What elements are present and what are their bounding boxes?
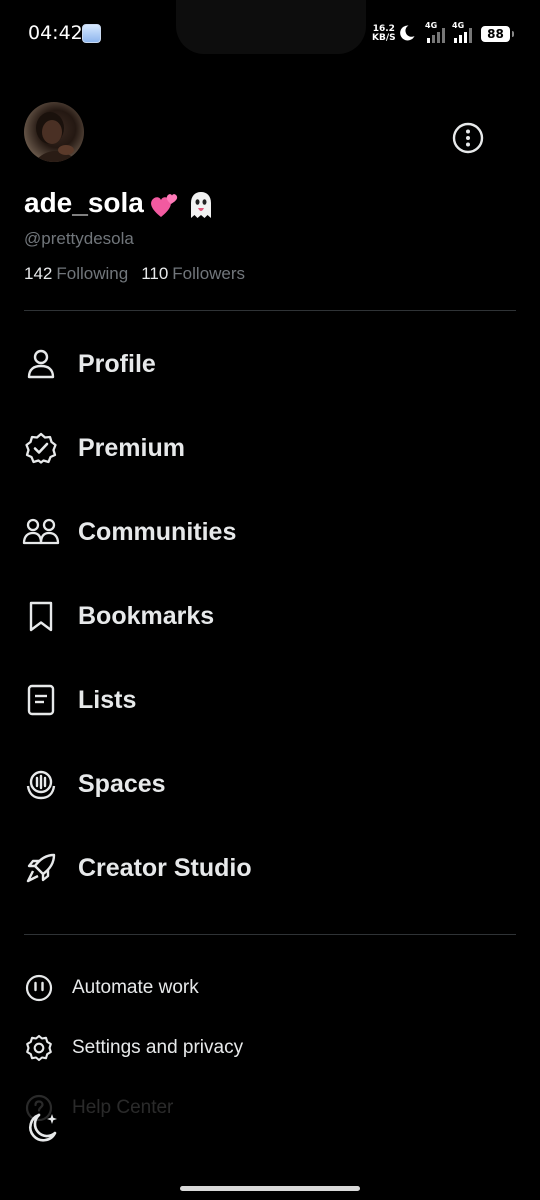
display-name-text: ade_sola: [24, 187, 144, 218]
menu-label-automate-work: Automate work: [72, 977, 199, 998]
menu-item-communities[interactable]: Communities: [0, 502, 540, 562]
status-bar: 04:42 16.2 KB/S 4G 4G 88: [0, 0, 540, 66]
automate-icon: [25, 974, 53, 1002]
following-count: 142: [24, 264, 53, 283]
menu-item-settings-privacy[interactable]: Settings and privacy: [0, 1026, 540, 1070]
follow-stats: 142 Following 110 Followers: [24, 264, 245, 284]
followers-count: 110: [141, 264, 169, 283]
menu-item-creator-studio[interactable]: Creator Studio: [0, 838, 540, 898]
list-icon: [27, 684, 55, 716]
menu-label-lists: Lists: [78, 685, 137, 714]
divider: [24, 934, 516, 935]
following-label: Following: [56, 264, 129, 283]
signal-2-icon: 4G: [452, 21, 474, 44]
user-handle: @prettydesola: [24, 229, 134, 248]
menu-item-lists[interactable]: Lists: [0, 670, 540, 730]
menu-label-spaces: Spaces: [78, 769, 166, 798]
menu-item-profile[interactable]: Profile: [0, 334, 540, 394]
menu-item-bookmarks[interactable]: Bookmarks: [0, 586, 540, 646]
avatar[interactable]: [24, 102, 84, 162]
rocket-icon: [26, 853, 56, 883]
do-not-disturb-moon-icon: [400, 25, 415, 41]
divider: [24, 310, 516, 311]
camera-notch: [176, 0, 366, 54]
more-options-button[interactable]: [450, 120, 486, 156]
avatar-photo: [34, 112, 79, 162]
battery-indicator: 88: [481, 26, 514, 42]
followers-label: Followers: [172, 264, 246, 283]
menu-label-creator-studio: Creator Studio: [78, 853, 252, 882]
network-speed-unit: KB/S: [372, 33, 396, 43]
menu-label-help-center: Help Center: [72, 1097, 174, 1118]
menu-label-premium: Premium: [78, 433, 185, 462]
menu-item-spaces[interactable]: Spaces: [0, 754, 540, 814]
gear-icon: [26, 1034, 52, 1062]
spaces-icon: [26, 770, 56, 800]
display-mode-moon-icon[interactable]: [22, 1108, 62, 1148]
verified-badge-icon: [25, 432, 57, 464]
menu-label-bookmarks: Bookmarks: [78, 601, 215, 630]
signal-2-label: 4G: [452, 21, 465, 30]
home-indicator[interactable]: [180, 1186, 360, 1191]
menu-item-help-center[interactable]: Help Center: [0, 1086, 540, 1130]
ghost-icon: [190, 191, 211, 218]
person-icon: [27, 349, 55, 379]
display-name[interactable]: ade_sola: [24, 187, 218, 221]
notification-app-icon: [82, 24, 101, 43]
menu-item-automate-work[interactable]: Automate work: [0, 966, 540, 1010]
menu-label-communities: Communities: [78, 517, 237, 546]
menu-item-premium[interactable]: Premium: [0, 418, 540, 478]
bookmark-icon: [29, 601, 53, 632]
followers-link[interactable]: 110 Followers: [141, 264, 245, 283]
network-speed: 16.2 KB/S: [372, 25, 396, 43]
signal-1-icon: 4G: [425, 21, 447, 44]
two-hearts-icon: [150, 193, 178, 217]
signal-1-label: 4G: [425, 21, 438, 30]
people-icon: [22, 518, 60, 545]
following-link[interactable]: 142 Following: [24, 264, 128, 283]
menu-label-settings-privacy: Settings and privacy: [72, 1037, 244, 1058]
menu-label-profile: Profile: [78, 349, 156, 378]
status-time: 04:42: [28, 22, 83, 44]
